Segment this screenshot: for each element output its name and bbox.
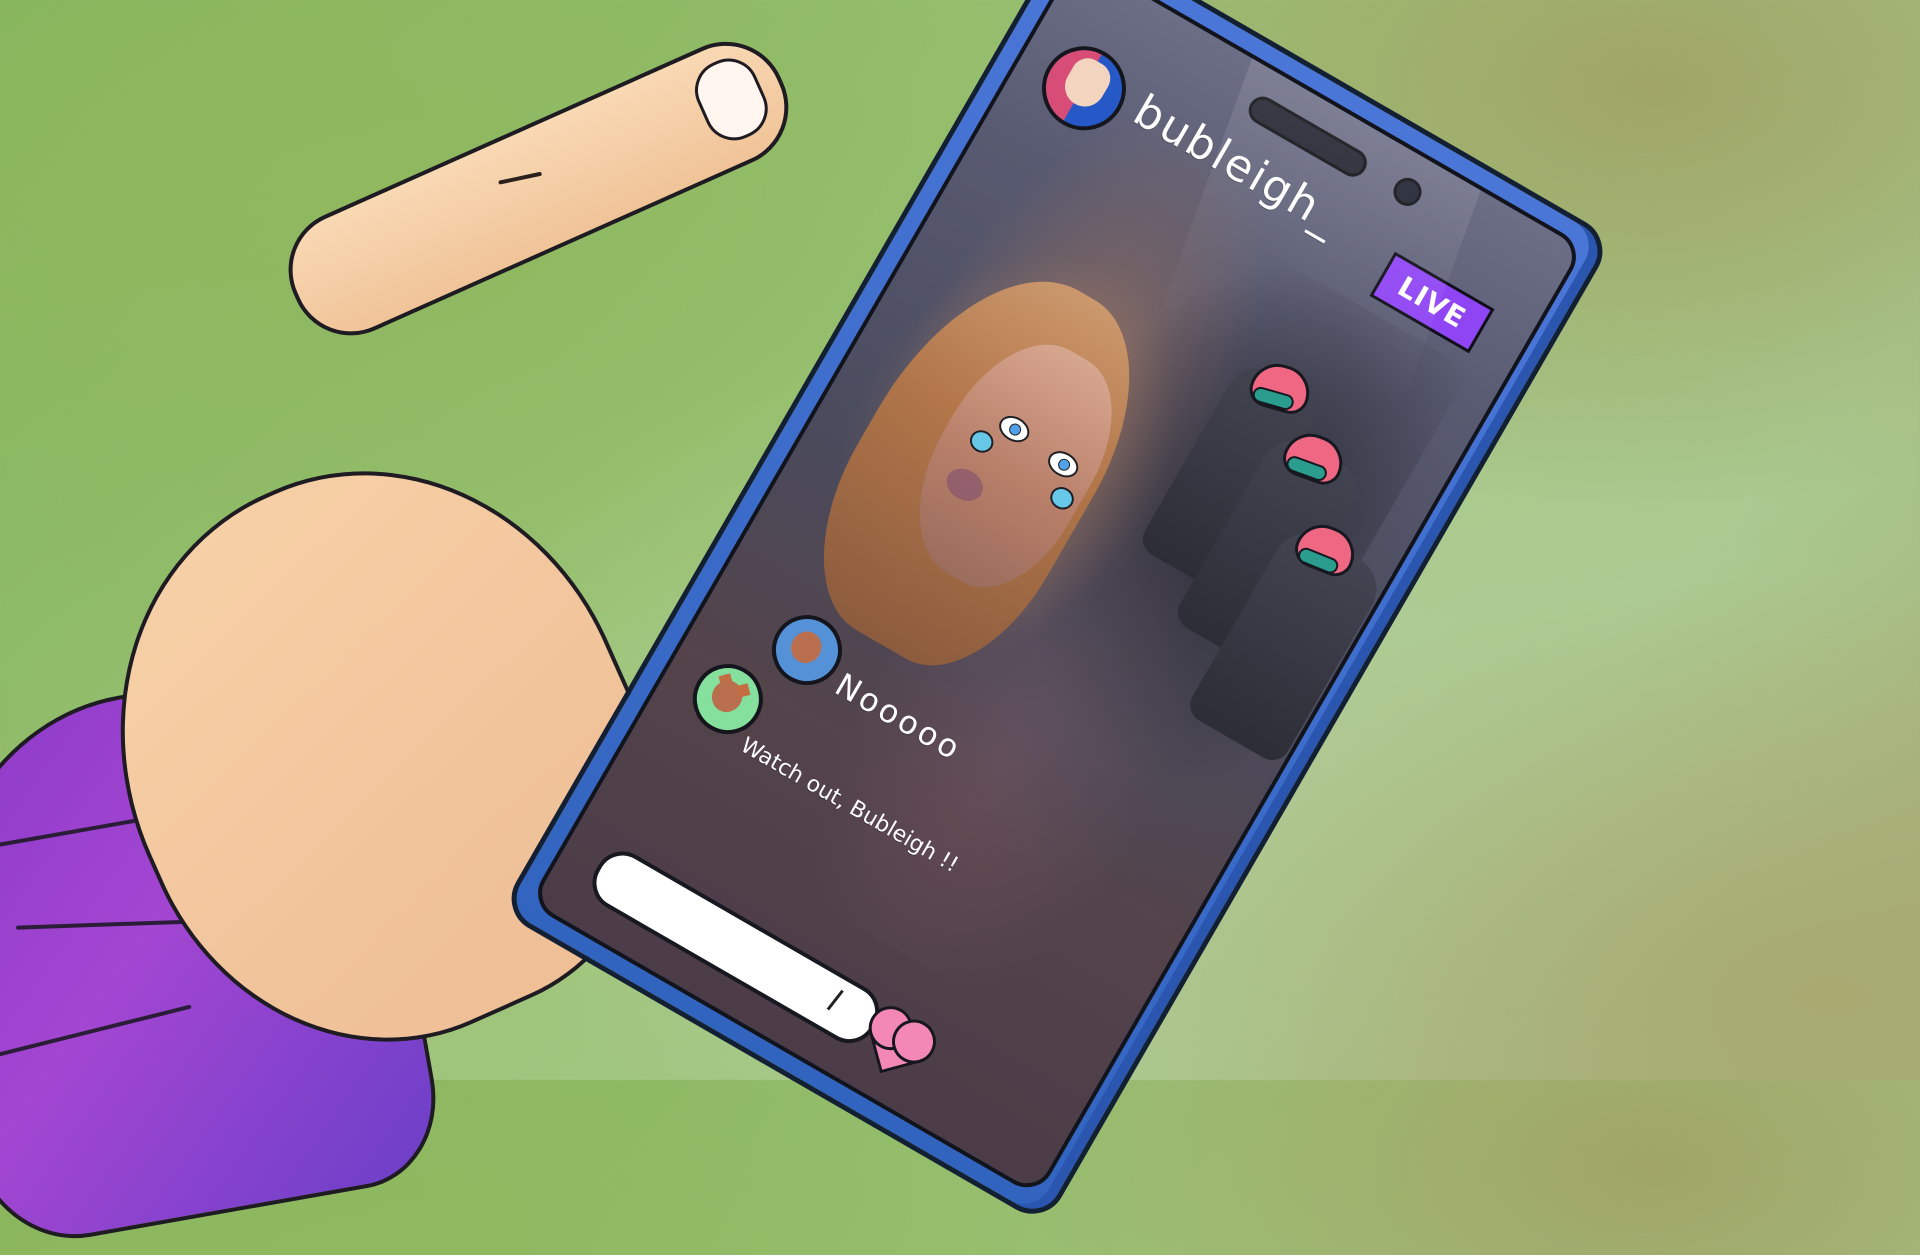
text-caret: [826, 989, 844, 1011]
cat-face: [706, 674, 749, 718]
cat-avatar-icon[interactable]: [680, 651, 776, 747]
avatar-face: [1057, 52, 1117, 114]
heart-icon[interactable]: [868, 1019, 923, 1074]
thumb-crease: [498, 171, 543, 185]
comment-avatar-face: [785, 625, 828, 669]
hand-thumb: [269, 22, 808, 355]
sleeve-fold: [0, 1004, 192, 1060]
comment-text: Nooooo: [828, 665, 969, 769]
scene-background: bubleigh_ LIVE: [0, 0, 1920, 1255]
thumb-nail: [685, 48, 778, 150]
